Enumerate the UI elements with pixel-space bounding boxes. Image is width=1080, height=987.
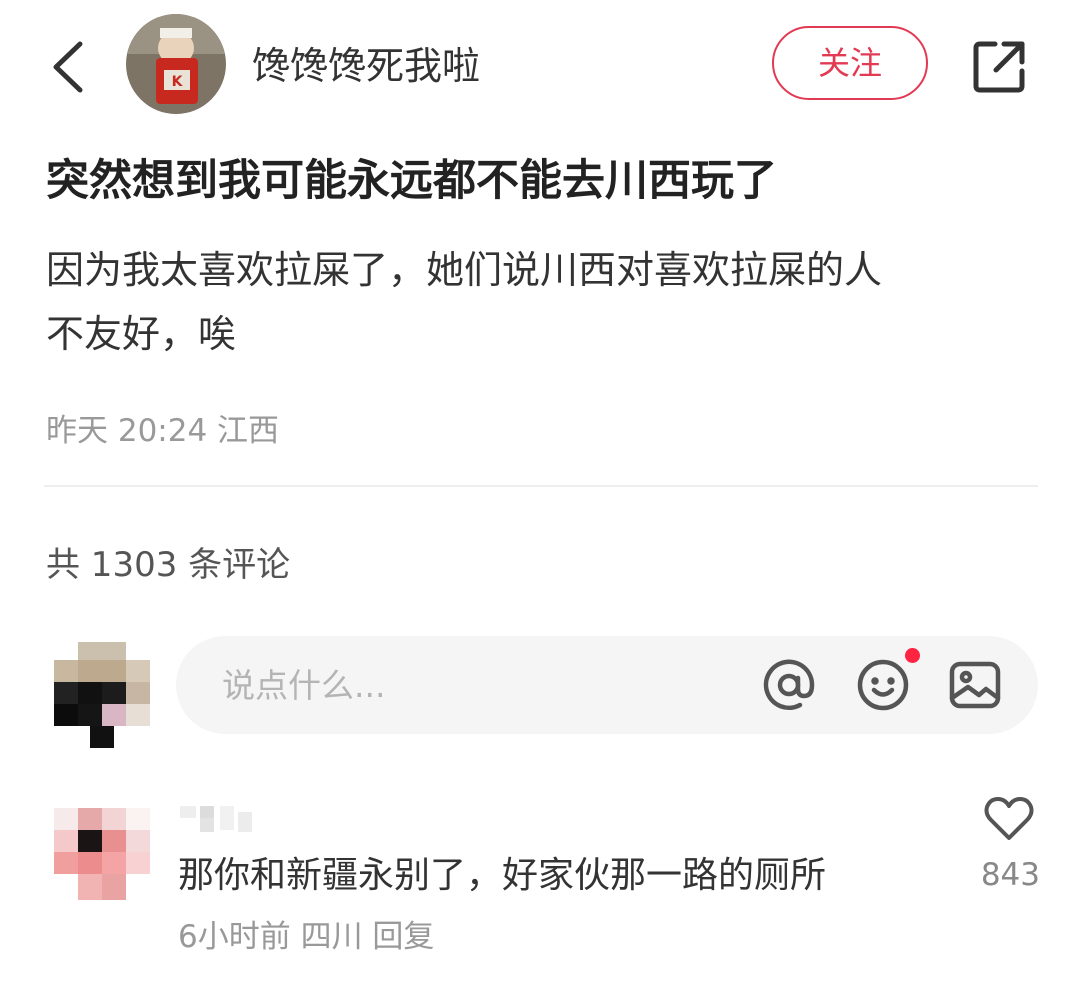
author-name[interactable]: 馋馋馋死我啦 [252, 40, 480, 92]
notification-dot [905, 648, 920, 663]
emoji-icon[interactable] [854, 656, 912, 714]
comment-text: 那你和新疆永别了，好家伙那一路的厕所 [178, 855, 827, 896]
heart-icon[interactable] [984, 796, 1034, 842]
back-icon[interactable] [44, 36, 94, 98]
comment-input-placeholder[interactable]: 说点什么... [222, 662, 385, 710]
comment-count: 共 1303 条评论 [46, 545, 291, 585]
commenter-avatar[interactable] [54, 808, 150, 900]
post-body-line: 不友好，唉 [46, 312, 237, 356]
divider [44, 485, 1038, 487]
image-icon[interactable] [946, 656, 1004, 714]
at-icon[interactable] [760, 656, 818, 714]
my-avatar[interactable] [54, 642, 150, 748]
post-body-line: 因为我太喜欢拉屎了，她们说川西对喜欢拉屎的人 [46, 248, 883, 292]
share-icon[interactable] [970, 38, 1028, 96]
like-count: 843 [980, 857, 1040, 893]
post-meta: 昨天 20:24 江西 [46, 413, 280, 449]
svg-text:K: K [172, 74, 184, 90]
author-avatar[interactable]: K [126, 14, 226, 114]
follow-button[interactable]: 关注 [772, 26, 928, 100]
comment-meta[interactable]: 6小时前 四川 回复 [178, 914, 434, 960]
commenter-name[interactable] [180, 806, 260, 840]
post-title: 突然想到我可能永远都不能去川西玩了 [46, 156, 777, 206]
post-body: 因为我太喜欢拉屎了，她们说川西对喜欢拉屎的人 不友好，唉 [46, 238, 1046, 366]
